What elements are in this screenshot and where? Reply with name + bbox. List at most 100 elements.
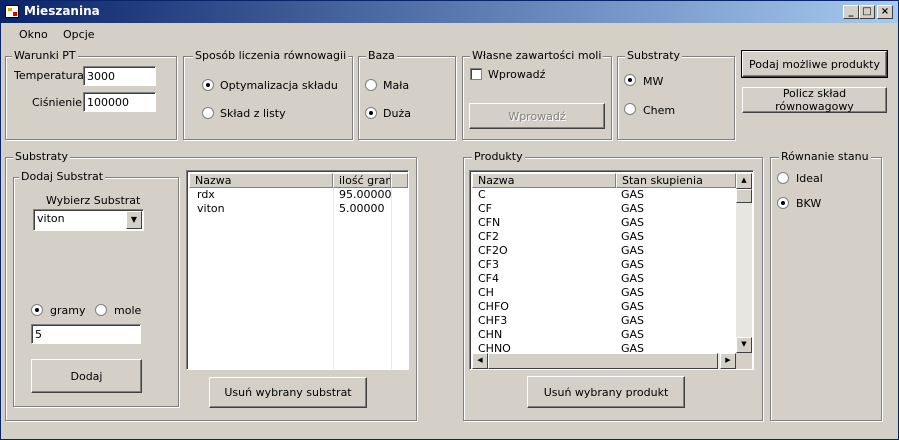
baza-label: Baza [366, 49, 397, 62]
usun-produkt-button[interactable]: Usuń wybrany produkt [527, 376, 685, 408]
podaj-mozliwe-produkty-button[interactable]: Podaj możliwe produkty [741, 50, 888, 78]
temperature-label: Temperatura [14, 69, 84, 82]
amount-input[interactable] [31, 324, 141, 344]
wprowadz-button[interactable]: Wprowadź [469, 103, 605, 129]
table-row[interactable]: CHF3 GAS [470, 314, 736, 328]
product-name[interactable]: CHF3 [478, 314, 507, 328]
menu-opcje[interactable]: Opcje [63, 28, 95, 41]
col-header-nazwa[interactable]: Nazwa [189, 173, 333, 188]
product-state[interactable]: GAS [621, 300, 644, 314]
sklad-z-listy-label[interactable]: Skład z listy [220, 107, 286, 120]
product-name[interactable]: CF2 [478, 230, 499, 244]
table-row[interactable]: CF2 GAS [470, 230, 736, 244]
minimize-button[interactable]: _ [843, 5, 859, 19]
ideal-label[interactable]: Ideal [796, 172, 823, 185]
maximize-button[interactable]: □ [859, 5, 875, 19]
pressure-input[interactable] [83, 92, 156, 112]
substrat-row-0-name[interactable]: rdx [197, 188, 215, 202]
product-state[interactable]: GAS [621, 272, 644, 286]
produkty-label: Produkty [472, 150, 525, 163]
horizontal-scroll-thumb[interactable] [488, 353, 718, 369]
sklad-z-listy-radio[interactable] [202, 107, 214, 119]
chevron-down-icon[interactable]: ▼ [126, 211, 142, 229]
pressure-label: Ciśnienie [32, 96, 83, 109]
warunki-pt-label: Warunki PT [12, 49, 78, 62]
table-row[interactable]: CF GAS [470, 202, 736, 216]
col-header-stan[interactable]: Stan skupienia [616, 173, 736, 188]
baza-group [358, 56, 456, 140]
col-header-ilosc[interactable]: ilość gram [333, 173, 391, 188]
scroll-up-icon[interactable]: ▲ [736, 173, 752, 189]
wprowadz-checkbox-label[interactable]: Wprowadź [488, 68, 545, 81]
close-button[interactable]: × [877, 5, 893, 19]
table-row[interactable]: CF3 GAS [470, 258, 736, 272]
product-state[interactable]: GAS [621, 202, 644, 216]
menu-okno[interactable]: Okno [19, 28, 48, 41]
table-row[interactable]: CFN GAS [470, 216, 736, 230]
product-state[interactable]: GAS [621, 258, 644, 272]
product-state[interactable]: GAS [621, 230, 644, 244]
mw-radio[interactable] [624, 74, 636, 86]
product-name[interactable]: C [478, 188, 486, 202]
substraty-list[interactable]: Nazwa ilość gram rdx 95.00000 viton 5.00… [186, 170, 409, 370]
table-row[interactable]: CH GAS [470, 286, 736, 300]
chem-label[interactable]: Chem [643, 104, 675, 117]
policz-sklad-button[interactable]: Policz skład równowagowy [742, 87, 887, 113]
mala-label[interactable]: Mała [383, 79, 409, 92]
product-state[interactable]: GAS [621, 286, 644, 300]
duza-radio[interactable] [365, 107, 377, 119]
product-name[interactable]: CF2O [478, 244, 508, 258]
product-state[interactable]: GAS [621, 328, 644, 342]
substrat-row-0-amount[interactable]: 95.00000 [339, 188, 392, 202]
mole-radio[interactable] [95, 304, 107, 316]
ideal-radio[interactable] [777, 172, 789, 184]
scroll-right-icon[interactable]: ▶ [720, 353, 736, 369]
chem-radio[interactable] [624, 103, 636, 115]
optymalizacja-label[interactable]: Optymalizacja składu [220, 79, 338, 92]
mole-label[interactable]: mole [114, 304, 141, 317]
produkty-list[interactable]: Nazwa Stan skupienia C GAS CF GAS CFN GAS CF2 G… [469, 170, 754, 370]
table-row[interactable]: CHFO GAS [470, 300, 736, 314]
product-name[interactable]: CF4 [478, 272, 499, 286]
product-state[interactable]: GAS [621, 216, 644, 230]
product-name[interactable]: CFN [478, 216, 500, 230]
bkw-radio[interactable] [777, 197, 789, 209]
optymalizacja-radio[interactable] [202, 79, 214, 91]
product-state[interactable]: GAS [621, 314, 644, 328]
col-header-filler [391, 173, 408, 188]
scroll-thumb[interactable] [736, 189, 752, 203]
gramy-label[interactable]: gramy [50, 304, 85, 317]
wybierz-substrat-label: Wybierz Substrat [46, 194, 141, 207]
product-name[interactable]: CHN [478, 328, 502, 342]
mw-label[interactable]: MW [643, 75, 663, 88]
table-row[interactable]: C GAS [470, 188, 736, 202]
product-state[interactable]: GAS [621, 244, 644, 258]
table-row[interactable]: CF2O GAS [470, 244, 736, 258]
substraty-type-label: Substraty [625, 49, 683, 62]
usun-substrat-button[interactable]: Usuń wybrany substrat [209, 377, 367, 408]
table-row[interactable]: CHN GAS [470, 328, 736, 342]
substrat-row-1-name[interactable]: viton [197, 202, 225, 216]
substraty-type-group [617, 56, 735, 140]
substrat-row-1-amount[interactable]: 5.00000 [339, 202, 385, 216]
bkw-label[interactable]: BKW [796, 197, 821, 210]
product-state[interactable]: GAS [621, 188, 644, 202]
duza-label[interactable]: Duża [383, 107, 411, 120]
col-header-nazwa[interactable]: Nazwa [472, 173, 616, 188]
scroll-corner [736, 353, 752, 369]
scroll-down-icon[interactable]: ▼ [736, 337, 752, 353]
product-name[interactable]: CH [478, 286, 494, 300]
scroll-left-icon[interactable]: ◀ [472, 353, 488, 369]
title-bar[interactable] [1, 1, 898, 23]
mala-radio[interactable] [365, 79, 377, 91]
temperature-input[interactable] [83, 66, 156, 86]
column-line [333, 188, 334, 369]
wprowadz-checkbox[interactable] [470, 68, 482, 80]
dodaj-button[interactable]: Dodaj [31, 359, 142, 393]
table-row[interactable]: CF4 GAS [470, 272, 736, 286]
gramy-radio[interactable] [31, 304, 43, 316]
product-name[interactable]: CHFO [478, 300, 509, 314]
product-name[interactable]: CF [478, 202, 492, 216]
window-title: Mieszanina [24, 4, 100, 18]
product-name[interactable]: CF3 [478, 258, 499, 272]
